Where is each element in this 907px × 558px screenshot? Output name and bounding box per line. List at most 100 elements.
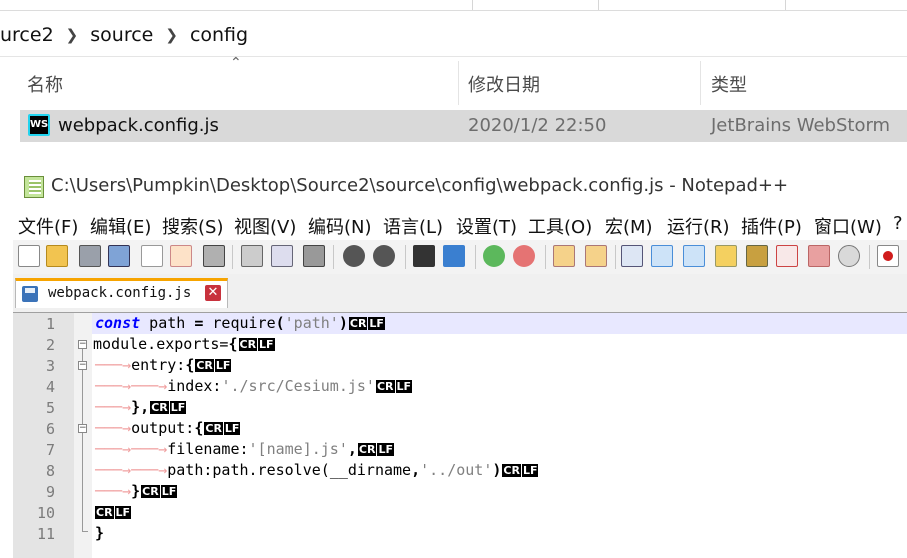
webstorm-file-icon: WS [28,114,50,136]
save-all-icon[interactable] [108,245,130,267]
redo-icon[interactable] [373,245,395,267]
file-row[interactable]: WS webpack.config.js 2020/1/2 22:50 JetB… [20,110,907,142]
menu-macro[interactable]: 宏(M) [605,213,653,239]
menu-run[interactable]: 运行(R) [667,213,730,239]
breadcrumb-item[interactable]: config [190,24,248,46]
toolbar-separator [405,245,406,269]
menu-tools[interactable]: 工具(O) [528,213,592,239]
zoom-in-icon[interactable] [483,245,505,267]
column-header-type[interactable]: 类型 [711,71,747,97]
sync-horizontal-icon[interactable] [585,245,607,267]
file-type: JetBrains WebStorm [711,115,891,136]
show-all-characters-icon[interactable] [651,245,673,267]
code-line: ───→───→filename:'[name].js', CR LF [95,440,394,458]
fold-end-line [82,531,88,532]
menu-window[interactable]: 窗口(W) [814,213,882,239]
close-file-icon[interactable] [141,245,163,267]
eol-marker: CR [204,422,223,435]
chevron-right-icon[interactable]: ❯ [66,26,79,44]
breadcrumb-item[interactable]: source [90,24,153,46]
print-icon[interactable] [203,245,225,267]
eol-marker: LF [114,506,132,519]
eol-marker: CR [375,380,395,393]
line-number: 11 [36,525,55,543]
chevron-right-icon[interactable]: ❯ [165,26,178,44]
eol-marker: LF [377,443,394,456]
menu-plugins[interactable]: 插件(P) [741,213,802,239]
code-line: ───→output:{CR LF [95,419,241,437]
eol-marker: CR [195,359,214,372]
breadcrumb-item[interactable]: urce2 [0,24,54,46]
code-editor[interactable]: 1 2 3 4 5 6 7 8 9 10 11 − − − const path… [13,312,907,558]
find-icon[interactable] [413,245,435,267]
menu-help[interactable]: ? [893,213,903,234]
column-header-date[interactable]: 修改日期 [468,71,540,97]
menu-search[interactable]: 搜索(S) [162,213,223,239]
close-all-icon[interactable] [170,245,192,267]
save-icon[interactable] [79,245,101,267]
code-line: module.exports={CR LF [93,335,275,353]
paste-icon[interactable] [303,245,325,267]
eol-marker: LF [368,317,385,330]
line-number: 4 [45,378,55,396]
fold-line [82,433,83,531]
eol-marker: LF [521,464,539,477]
close-icon[interactable]: ✕ [205,285,221,301]
code-line: ───→───→index:'./src/Cesium.js' CR LF [95,377,413,395]
window-title: C:\Users\Pumpkin\Desktop\Source2\source\… [51,175,789,196]
line-number: 8 [45,462,55,480]
folder-as-workspace-icon[interactable] [776,245,798,267]
menu-encoding[interactable]: 编码(N) [308,213,372,239]
eol-marker: CR [95,506,114,519]
line-number: 5 [45,399,55,417]
menu-edit[interactable]: 编辑(E) [90,213,151,239]
code-line: ───→───→path:path.resolve(__dirname,'../… [95,461,539,479]
menu-view[interactable]: 视图(V) [234,213,296,239]
line-number: 9 [45,483,55,501]
code-line: ───→} CR LF [95,482,178,500]
menu-language[interactable]: 语言(L) [383,213,443,239]
eol-marker: LF [258,338,275,351]
eol-marker: LF [160,485,178,498]
record-macro-icon[interactable] [877,245,899,267]
undo-icon[interactable] [343,245,365,267]
code-line: } [95,524,105,542]
menu-file[interactable]: 文件(F) [18,213,78,239]
sort-up-icon: ⌃ [230,55,242,71]
monitoring-icon[interactable] [838,245,860,267]
file-name: webpack.config.js [58,115,219,136]
line-number: 10 [36,504,55,522]
function-list-icon[interactable] [746,245,768,267]
fold-margin[interactable] [74,313,92,558]
fold-toggle-icon[interactable]: − [78,361,87,370]
copy-icon[interactable] [271,245,293,267]
toolbar-separator [475,245,476,269]
open-file-icon[interactable] [46,245,68,267]
eol-marker: LF [395,380,413,393]
zoom-out-icon[interactable] [513,245,535,267]
word-wrap-icon[interactable] [621,245,643,267]
tab-bar: webpack.config.js ✕ [13,278,907,308]
line-number: 2 [45,336,55,354]
fold-toggle-icon[interactable]: − [78,424,87,433]
toolbar-separator [545,245,546,269]
column-header-name[interactable]: 名称 [27,71,63,97]
folder-icon[interactable] [808,245,830,267]
eol-marker: CR [348,317,368,330]
cut-icon[interactable] [241,245,263,267]
toolbar-separator [869,245,870,269]
tab-webpack-config[interactable]: webpack.config.js ✕ [15,278,228,308]
indent-guide-icon[interactable] [683,245,705,267]
sync-vertical-icon[interactable] [553,245,575,267]
new-file-icon[interactable] [18,245,40,267]
document-map-icon[interactable] [715,245,737,267]
line-number: 7 [45,441,55,459]
title-bar[interactable]: C:\Users\Pumpkin\Desktop\Source2\source\… [13,166,907,210]
eol-marker: CR [502,464,521,477]
column-divider[interactable] [700,61,701,105]
fold-toggle-icon[interactable]: − [78,340,87,349]
menu-settings[interactable]: 设置(T) [456,213,517,239]
column-divider[interactable] [458,61,459,105]
replace-icon[interactable] [443,245,465,267]
fold-line [82,370,83,425]
